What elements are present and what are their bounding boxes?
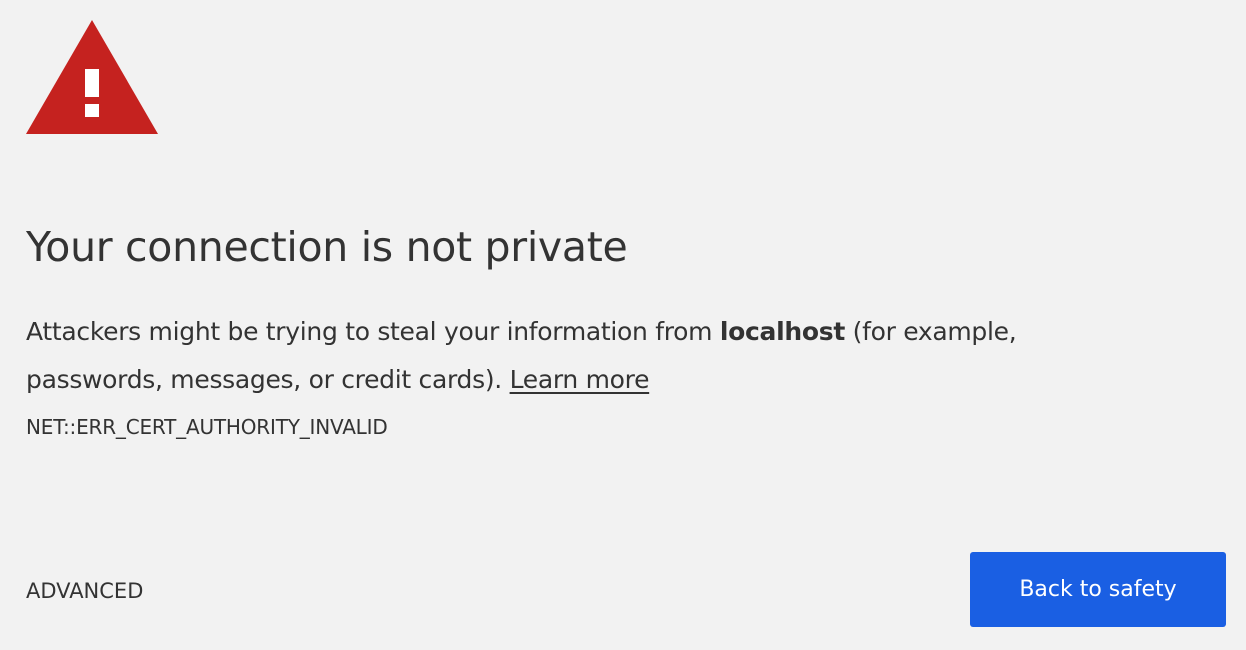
back-to-safety-button[interactable]: Back to safety: [970, 552, 1226, 627]
explanation-text: Attackers might be trying to steal your …: [26, 308, 1136, 404]
page-title: Your connection is not private: [26, 223, 628, 271]
warning-triangle-icon: [26, 20, 158, 134]
error-code: NET::ERR_CERT_AUTHORITY_INVALID: [26, 415, 388, 439]
host-name: localhost: [719, 317, 845, 346]
learn-more-link[interactable]: Learn more: [510, 365, 650, 394]
advanced-button[interactable]: ADVANCED: [26, 575, 143, 607]
explanation-text-start: Attackers might be trying to steal your …: [26, 317, 720, 346]
